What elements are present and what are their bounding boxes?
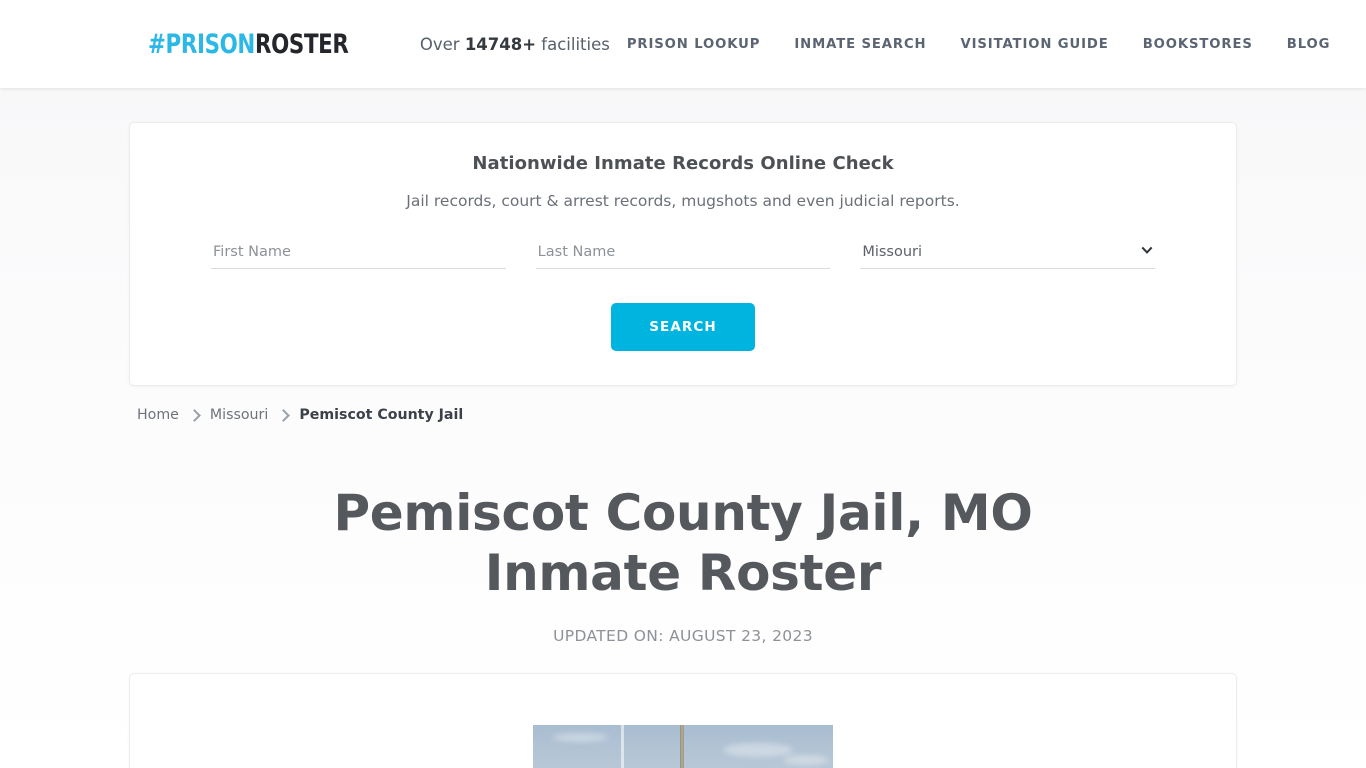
- main-container: Nationwide Inmate Records Online Check J…: [129, 122, 1237, 768]
- main-nav: PRISON LOOKUP INMATE SEARCH VISITATION G…: [610, 37, 1331, 52]
- nav-item-bookstores[interactable]: BOOKSTORES: [1126, 37, 1270, 52]
- nav-item-blog[interactable]: BLOG: [1270, 37, 1331, 52]
- photo-pole: [680, 725, 684, 768]
- search-button-row: SEARCH: [158, 303, 1208, 351]
- page-title: Pemiscot County Jail, MO Inmate Roster: [333, 484, 1033, 602]
- cloud-shape: [553, 733, 608, 742]
- facility-count: Over 14748+ facilities: [420, 35, 610, 54]
- chevron-right-icon: [277, 408, 291, 422]
- search-fields-row: Missouri: [158, 240, 1208, 269]
- facility-count-prefix: Over: [419, 34, 465, 54]
- cloud-shape: [723, 743, 793, 757]
- breadcrumb-item-state[interactable]: Missouri: [210, 407, 268, 423]
- search-card-subtitle: Jail records, court & arrest records, mu…: [406, 192, 960, 210]
- facility-count-suffix: facilities: [536, 34, 610, 54]
- state-field: Missouri: [860, 240, 1156, 269]
- breadcrumb-item-current: Pemiscot County Jail: [299, 407, 464, 423]
- site-header: #PRISONROSTER Over 14748+ facilities PRI…: [0, 0, 1366, 88]
- facility-photo-card: [129, 673, 1237, 768]
- chevron-right-icon: [188, 408, 201, 422]
- breadcrumb-item-home[interactable]: Home: [137, 407, 179, 423]
- first-name-input[interactable]: [211, 240, 506, 269]
- state-select[interactable]: Missouri: [860, 240, 1156, 269]
- nav-item-visitation-guide[interactable]: VISITATION GUIDE: [943, 37, 1125, 52]
- last-name-input[interactable]: [535, 240, 831, 269]
- page-root: #PRISONROSTER Over 14748+ facilities PRI…: [0, 0, 1366, 768]
- facility-count-number: 14748+: [464, 34, 537, 54]
- nav-item-prison-lookup[interactable]: PRISON LOOKUP: [610, 37, 777, 52]
- last-name-field: [535, 240, 831, 269]
- photo-pole-light: [621, 725, 624, 768]
- nav-item-inmate-search[interactable]: INMATE SEARCH: [777, 37, 943, 52]
- search-card-title: Nationwide Inmate Records Online Check: [472, 153, 894, 174]
- updated-on-text: UPDATED ON: AUGUST 23, 2023: [553, 627, 813, 645]
- site-logo[interactable]: #PRISONROSTER: [148, 31, 349, 58]
- logo-suffix: ROSTER: [254, 28, 349, 60]
- first-name-field: [211, 240, 506, 269]
- breadcrumb: Home Missouri Pemiscot County Jail: [129, 407, 1237, 423]
- cloud-shape: [783, 755, 829, 765]
- logo-prefix: #PRISON: [148, 28, 255, 60]
- header-inner: #PRISONROSTER Over 14748+ facilities PRI…: [0, 0, 1366, 88]
- inmate-search-card: Nationwide Inmate Records Online Check J…: [129, 122, 1237, 386]
- search-button[interactable]: SEARCH: [611, 303, 755, 351]
- facility-photo: [533, 725, 833, 768]
